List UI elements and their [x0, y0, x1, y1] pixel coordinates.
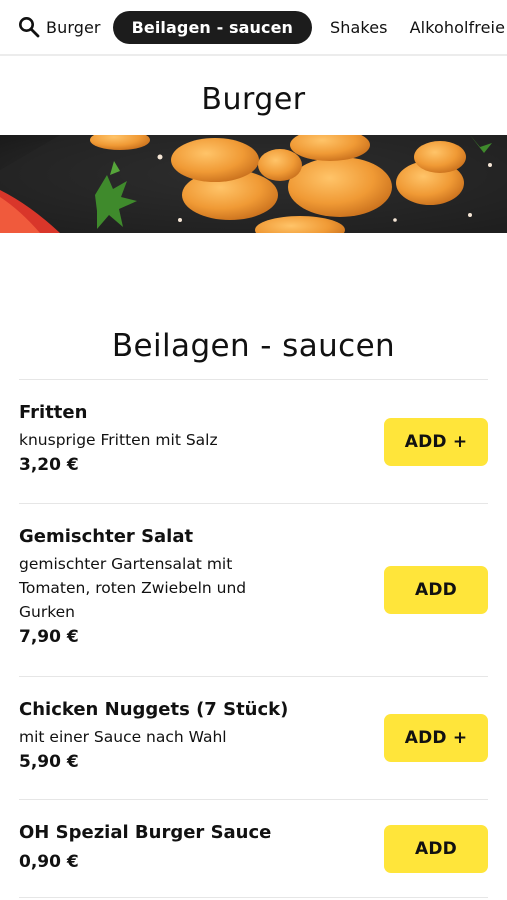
tab-beilagen-saucen[interactable]: Beilagen - saucen [112, 10, 313, 44]
category-nav: Burger Beilagen - saucen Shakes Alkoholf… [0, 0, 507, 56]
item-name: Gemischter Salat [19, 526, 194, 547]
divider [19, 799, 488, 800]
tab-burger[interactable]: Burger [36, 11, 111, 44]
tab-shakes[interactable]: Shakes [320, 11, 398, 44]
divider [19, 676, 488, 677]
add-button-gemischter-salat[interactable]: ADD [384, 566, 488, 614]
add-button-fritten[interactable]: ADD + [384, 418, 488, 466]
divider [19, 897, 488, 898]
divider [19, 503, 488, 504]
tab-alkoholfreie-getraenke[interactable]: Alkoholfreie Getränke [400, 11, 507, 44]
item-price: 7,90 € [19, 627, 79, 647]
add-button-oh-spezial-burger-sauce[interactable]: ADD [384, 825, 488, 873]
add-button-chicken-nuggets[interactable]: ADD + [384, 714, 488, 762]
divider [19, 379, 488, 380]
section-title-beilagen-saucen: Beilagen - saucen [111, 328, 396, 364]
section-title-burger: Burger [201, 82, 306, 117]
section-banner-image [0, 135, 507, 233]
